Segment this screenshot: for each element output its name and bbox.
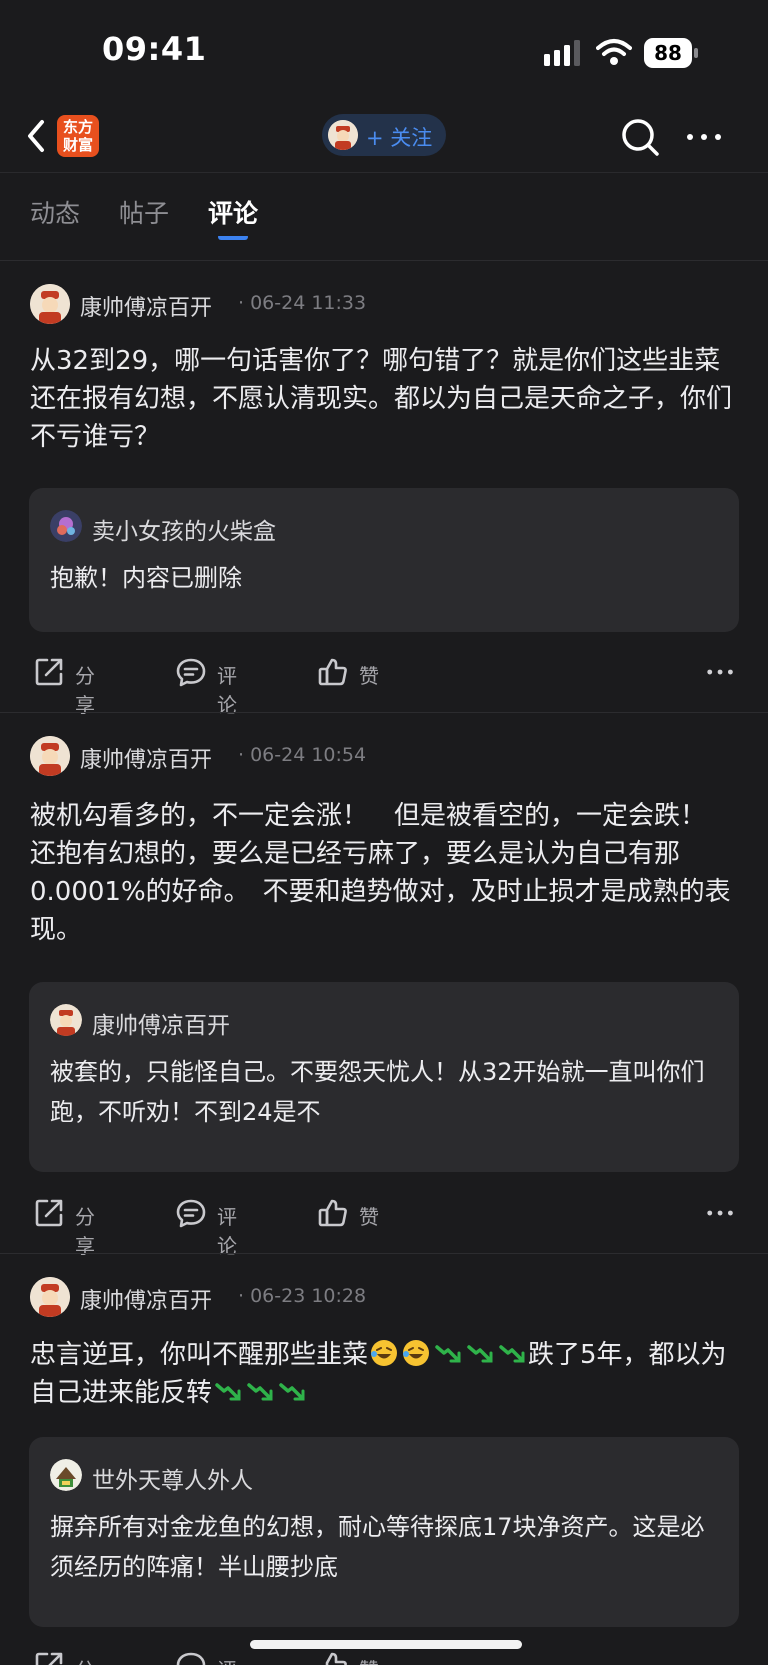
quoted-author-avatar	[50, 1459, 82, 1491]
quoted-text: 摒弃所有对金龙鱼的幻想，耐心等待探底17块净资产。这是必须经历的阵痛！半山腰抄底	[50, 1513, 705, 1581]
author-avatar[interactable]	[30, 1277, 70, 1317]
nav-bar: 东方财富 + 关注	[0, 100, 768, 176]
status-time: 09:41	[102, 30, 207, 68]
follow-label: + 关注	[366, 126, 433, 150]
comment-time-value: 06-24 10:54	[250, 744, 367, 766]
share-icon	[35, 1652, 63, 1665]
quoted-post[interactable]: 康帅傅凉百开 被套的，只能怪自己。不要怨天忧人！从32开始就一直叫你们跑，不听劝…	[29, 982, 739, 1172]
share-label: 分享	[75, 1654, 95, 1665]
tab-dynamics[interactable]: 动态	[30, 194, 80, 230]
share-icon	[35, 658, 63, 686]
author-name[interactable]: 康帅傅凉百开	[80, 742, 212, 774]
comment-icon	[176, 1652, 206, 1665]
like-label: 赞	[359, 664, 379, 688]
laughing-crying-emoji-icon	[371, 1340, 398, 1366]
cellular-signal-icon	[544, 40, 580, 66]
thumbs-up-icon	[318, 658, 347, 686]
thumbs-up-icon	[318, 1199, 347, 1227]
comment-item: 康帅傅凉百开 · 06-24 10:54 被机勾看多的，不一定会涨！ 但是被看空…	[0, 713, 768, 1258]
downtrend-icon	[435, 1345, 461, 1363]
nav-divider	[0, 172, 768, 173]
downtrend-icon	[467, 1345, 493, 1363]
comment-icon	[176, 658, 206, 687]
quoted-header: 卖小女孩的火柴盒	[50, 510, 650, 545]
comment-text-part: 忠言逆耳，你叫不醒那些韭菜	[30, 1340, 369, 1370]
battery-cap	[694, 48, 698, 58]
like-label: 赞	[359, 1205, 379, 1229]
quoted-author-name: 卖小女孩的火柴盒	[92, 519, 276, 545]
share-icon	[35, 1199, 63, 1227]
comment-header: 康帅傅凉百开 · 06-24 11:33	[30, 284, 730, 324]
more-actions-button[interactable]	[706, 652, 736, 692]
comment-time: · 06-23 10:28	[238, 1285, 367, 1307]
quoted-author-avatar	[50, 510, 82, 542]
share-label: 分享	[75, 664, 95, 717]
comment-actions: 分享 评论 赞	[0, 1193, 768, 1258]
wifi-icon	[596, 39, 632, 65]
downtrend-icon	[215, 1383, 241, 1401]
quoted-post[interactable]: 卖小女孩的火柴盒 抱歉！内容已删除	[29, 488, 739, 632]
downtrend-icon	[247, 1383, 273, 1401]
search-icon[interactable]	[620, 117, 660, 157]
more-options-icon[interactable]	[684, 117, 724, 157]
comment-label: 评论	[217, 664, 237, 717]
comment-time: · 06-24 11:33	[238, 292, 367, 314]
comment-time-value: 06-24 11:33	[250, 292, 367, 314]
author-name[interactable]: 康帅傅凉百开	[80, 290, 212, 322]
comment-header: 康帅傅凉百开 · 06-23 10:28	[30, 1277, 730, 1317]
quoted-author-name: 康帅傅凉百开	[92, 1013, 230, 1039]
like-label: 赞	[359, 1654, 379, 1665]
comment-actions: 分享 评论 赞	[0, 652, 768, 717]
profile-tabs: 动态 帖子 评论	[0, 176, 768, 260]
laughing-crying-emoji-icon	[403, 1340, 430, 1366]
quoted-text: 抱歉！内容已删除	[50, 564, 242, 592]
author-name[interactable]: 康帅傅凉百开	[80, 1283, 212, 1315]
comment-text[interactable]: 被机勾看多的，不一定会涨！ 但是被看空的，一定会跌！ 还抱有幻想的，要么是已经亏…	[30, 797, 742, 949]
comment-text[interactable]: 从32到29，哪一句话害你了？哪句错了？就是你们这些韭菜还在报有幻想，不愿认清现…	[30, 342, 742, 456]
thumbs-up-icon	[325, 1652, 347, 1665]
comment-label: 评论	[217, 1654, 237, 1665]
home-indicator[interactable]	[250, 1640, 522, 1649]
comment-item: 康帅傅凉百开 · 06-24 11:33 从32到29，哪一句话害你了？哪句错了…	[0, 262, 768, 717]
status-bar: 09:41 88	[0, 0, 768, 100]
comment-time-value: 06-23 10:28	[250, 1285, 367, 1307]
quoted-author-name: 世外天尊人外人	[92, 1468, 253, 1494]
back-chevron-icon[interactable]	[22, 118, 52, 154]
tab-posts[interactable]: 帖子	[119, 194, 169, 230]
battery-indicator: 88	[644, 38, 700, 68]
downtrend-icon	[279, 1383, 305, 1401]
more-actions-button[interactable]	[706, 1193, 736, 1233]
app-logo: 东方财富	[57, 115, 99, 157]
share-label: 分享	[75, 1205, 95, 1258]
downtrend-icon	[499, 1345, 525, 1363]
quoted-text: 被套的，只能怪自己。不要怨天忧人！从32开始就一直叫你们跑，不听劝！不到24是不	[50, 1058, 705, 1126]
more-dots-icon	[707, 669, 733, 675]
author-avatar[interactable]	[30, 736, 70, 776]
follow-button[interactable]: + 关注	[322, 114, 446, 156]
tabs-divider	[0, 260, 768, 261]
quoted-header: 世外天尊人外人	[50, 1459, 650, 1494]
comment-icon	[176, 1199, 206, 1228]
comment-time: · 06-24 10:54	[238, 744, 367, 766]
user-avatar-icon	[328, 120, 358, 150]
comment-item: 康帅傅凉百开 · 06-23 10:28 忠言逆耳，你叫不醒那些韭菜 跌了5年，都…	[0, 1254, 768, 1665]
battery-level: 88	[644, 38, 692, 68]
more-dots-icon	[707, 1210, 733, 1216]
comment-text[interactable]: 忠言逆耳，你叫不醒那些韭菜 跌了5年，都以为自己进来能反转	[30, 1336, 742, 1412]
quoted-author-avatar	[50, 1004, 82, 1036]
comment-label: 评论	[217, 1205, 237, 1258]
comment-header: 康帅傅凉百开 · 06-24 10:54	[30, 736, 730, 776]
author-avatar[interactable]	[30, 284, 70, 324]
active-tab-indicator	[218, 234, 248, 240]
quoted-header: 康帅傅凉百开	[50, 1004, 650, 1039]
tab-comments[interactable]: 评论	[208, 194, 258, 230]
quoted-post[interactable]: 世外天尊人外人 摒弃所有对金龙鱼的幻想，耐心等待探底17块净资产。这是必须经历的…	[29, 1437, 739, 1627]
